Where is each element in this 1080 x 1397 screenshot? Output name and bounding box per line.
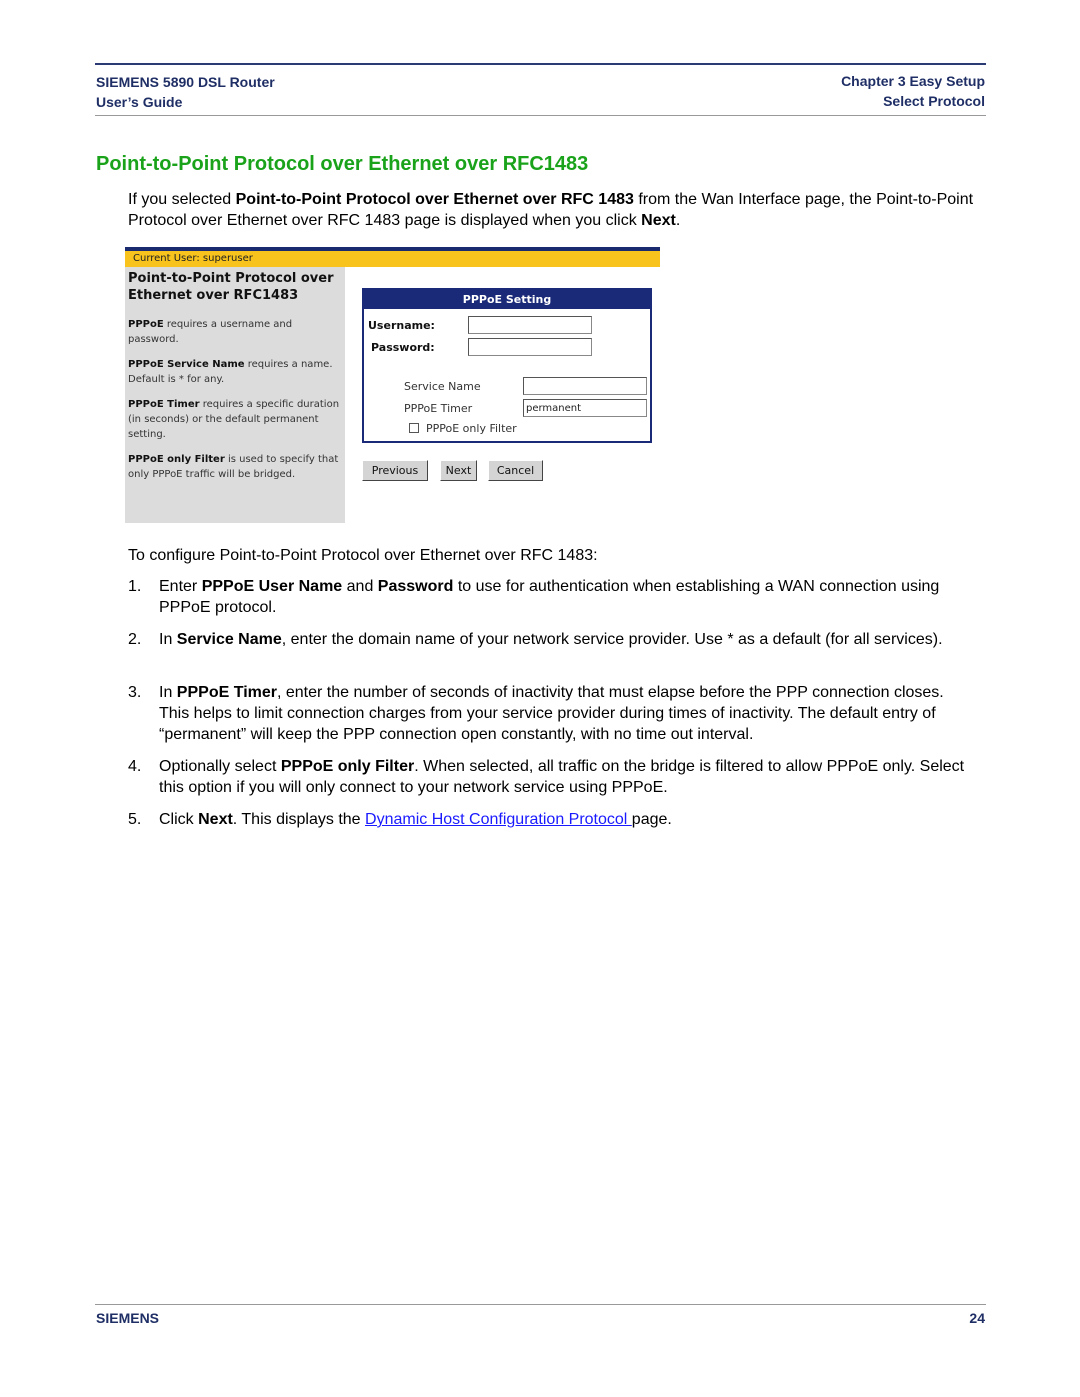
step-item: 2. In Service Name, enter the domain name…: [128, 629, 978, 650]
step-bold-term: PPPoE User Name: [201, 578, 343, 595]
footer-brand: SIEMENS: [96, 1310, 160, 1326]
header-rule-bottom: [95, 115, 986, 116]
step-text: In Service Name, enter the domain name o…: [128, 629, 978, 650]
chapter-title: Chapter 3 Easy Setup: [841, 73, 985, 89]
help-sidebar: Point-to-Point Protocol over Ethernet ov…: [125, 267, 345, 523]
pppoe-setting-panel: PPPoE Setting Username: Password: Servic…: [362, 288, 652, 443]
current-user-bar: Current User: superuser: [125, 251, 660, 267]
intro-paragraph: If you selected Point-to-Point Protocol …: [128, 189, 978, 231]
step-bold-term: Service Name: [176, 631, 282, 648]
password-input[interactable]: [468, 338, 592, 356]
help-term: PPPoE Timer: [128, 399, 200, 410]
page-number: 24: [969, 1310, 985, 1326]
username-input[interactable]: [468, 316, 592, 334]
step-text-run: In: [159, 631, 177, 648]
step-number: 3.: [128, 684, 142, 701]
help-term: PPPoE only Filter: [128, 454, 225, 465]
section-name: Select Protocol: [883, 93, 985, 109]
step-text: In PPPoE Timer, enter the number of seco…: [128, 682, 978, 745]
step-number: 2.: [128, 631, 142, 648]
doc-guide-title: User’s Guide: [96, 94, 183, 110]
step-bold-term: PPPoE only Filter: [280, 758, 415, 775]
step-text-run: Optionally select: [159, 758, 281, 775]
panel-title: PPPoE Setting: [364, 290, 650, 309]
step-text: Click Next. This displays the Dynamic Ho…: [128, 809, 978, 830]
step-number: 4.: [128, 758, 142, 775]
cancel-button[interactable]: Cancel: [488, 460, 543, 481]
pppoe-timer-input[interactable]: [523, 399, 647, 417]
step-text-run: . This displays the: [232, 811, 366, 828]
step-bold-term: PPPoE Timer: [176, 684, 277, 701]
router-screenshot: Current User: superuser Point-to-Point P…: [125, 247, 660, 524]
step-text: Optionally select PPPoE only Filter. Whe…: [128, 756, 978, 798]
next-button[interactable]: Next: [440, 460, 477, 481]
step-item: 5. Click Next. This displays the Dynamic …: [128, 809, 978, 830]
step-text-run: Click: [159, 811, 199, 828]
step-bold-term: Next: [198, 811, 233, 828]
header-rule-top: [95, 63, 986, 65]
username-label: Username:: [368, 319, 435, 332]
step-item: 1. Enter PPPoE User Name and Password to …: [128, 576, 978, 618]
header-left: SIEMENS 5890 DSL Router User’s Guide: [96, 72, 275, 112]
service-name-input[interactable]: [523, 377, 647, 395]
step-text: Enter PPPoE User Name and Password to us…: [128, 576, 978, 618]
pppoe-only-filter-checkbox[interactable]: [409, 423, 419, 433]
step-text-run: Enter: [159, 578, 202, 595]
help-filter: PPPoE only Filter is used to specify tha…: [128, 452, 342, 482]
sidebar-title: Point-to-Point Protocol over Ethernet ov…: [128, 271, 334, 303]
step-item: 4. Optionally select PPPoE only Filter. W…: [128, 756, 978, 798]
step-item: 3. In PPPoE Timer, enter the number of se…: [128, 682, 978, 745]
footer-rule: [95, 1304, 986, 1305]
intro-bold-protocol: Point-to-Point Protocol over Ethernet ov…: [235, 191, 634, 208]
help-pppoe: PPPoE requires a username and password.: [128, 317, 342, 347]
step-text-run: , enter the domain name of your network …: [281, 631, 943, 648]
pppoe-only-filter-label: PPPoE only Filter: [426, 422, 517, 435]
intro-bold-next: Next: [641, 212, 676, 229]
help-timer: PPPoE Timer requires a specific duration…: [128, 397, 342, 442]
step-number: 1.: [128, 578, 142, 595]
header-right: Chapter 3 Easy Setup Select Protocol: [841, 71, 985, 111]
step-text-run: , enter the number of seconds of inactiv…: [159, 684, 944, 743]
intro-text: If you selected: [128, 191, 236, 208]
dhcp-page-link[interactable]: Dynamic Host Configuration Protocol: [365, 811, 632, 828]
help-term: PPPoE Service Name: [128, 359, 245, 370]
help-term: PPPoE: [128, 319, 164, 330]
step-number: 5.: [128, 811, 142, 828]
configure-intro: To configure Point-to-Point Protocol ove…: [128, 547, 598, 564]
intro-text: .: [675, 212, 681, 229]
pppoe-timer-label: PPPoE Timer: [404, 402, 473, 415]
step-bold-term: Password: [377, 578, 454, 595]
service-name-label: Service Name: [404, 380, 481, 393]
help-service-name: PPPoE Service Name requires a name. Defa…: [128, 357, 342, 387]
step-text-run: page.: [631, 811, 672, 828]
doc-product-title: SIEMENS 5890 DSL Router: [96, 74, 275, 90]
section-title: Point-to-Point Protocol over Ethernet ov…: [96, 153, 589, 175]
step-text-run: In: [159, 684, 177, 701]
step-text-run: and: [342, 578, 378, 595]
password-label: Password:: [371, 341, 435, 354]
previous-button[interactable]: Previous: [362, 460, 428, 481]
